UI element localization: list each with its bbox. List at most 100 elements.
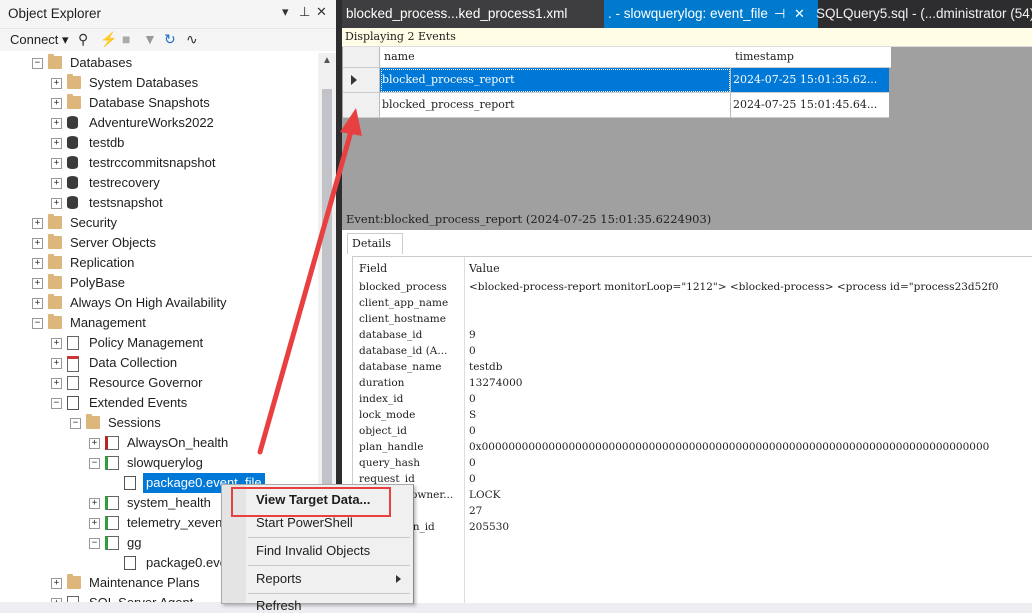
expand-icon[interactable]: + — [32, 258, 43, 269]
tree-node-label: Maintenance Plans — [89, 575, 200, 590]
menu-item-start-powershell[interactable]: Start PowerShell — [256, 515, 353, 530]
collapse-icon[interactable]: − — [89, 458, 100, 469]
tree-node[interactable]: + Data Collection — [0, 353, 318, 373]
tree-node[interactable]: + System Databases — [0, 73, 318, 93]
row-selector[interactable] — [343, 93, 380, 118]
cell-timestamp[interactable]: 2024-07-25 15:01:35.62... — [731, 68, 889, 93]
tab-close-icon[interactable]: ✕ — [794, 0, 805, 28]
collapse-icon[interactable]: − — [70, 418, 81, 429]
expand-icon[interactable]: + — [51, 78, 62, 89]
table-row[interactable]: database_id (A... 0 — [353, 343, 1032, 359]
expand-icon[interactable]: + — [51, 178, 62, 189]
tree-node[interactable]: + Policy Management — [0, 333, 318, 353]
expand-icon[interactable]: + — [89, 438, 100, 449]
tree-node[interactable]: + Security — [0, 213, 318, 233]
table-row[interactable]: blocked_process_report 2024-07-25 15:01:… — [343, 93, 889, 118]
table-row[interactable]: lock_mode S — [353, 407, 1032, 423]
pin-icon[interactable]: ⊥ — [299, 4, 310, 20]
tree-node[interactable]: + PolyBase — [0, 273, 318, 293]
collapse-icon[interactable]: − — [89, 538, 100, 549]
collapse-icon[interactable]: − — [32, 318, 43, 329]
expand-icon[interactable]: + — [51, 338, 62, 349]
expand-icon[interactable]: + — [32, 298, 43, 309]
table-row[interactable]: blocked_process_report 2024-07-25 15:01:… — [343, 68, 889, 93]
tree-node[interactable]: + Database Snapshots — [0, 93, 318, 113]
table-row[interactable]: query_hash 0 — [353, 455, 1032, 471]
expand-icon[interactable]: + — [51, 198, 62, 209]
tree-node[interactable]: + AlwaysOn_health — [0, 433, 318, 453]
tree-node[interactable]: + testdb — [0, 133, 318, 153]
connect-button[interactable]: Connect ▾ — [10, 32, 69, 48]
tab-pin-icon[interactable]: ⊣ — [774, 0, 785, 28]
table-row[interactable]: request_id 0 — [353, 471, 1032, 487]
cell-timestamp[interactable]: 2024-07-25 15:01:45.64... — [731, 93, 889, 118]
row-selector[interactable] — [343, 68, 380, 93]
filter-icon[interactable]: ▼ — [143, 31, 157, 47]
expand-icon[interactable]: + — [89, 518, 100, 529]
expand-icon[interactable]: + — [51, 358, 62, 369]
table-row[interactable]: blocked_process <blocked-process-report m… — [353, 279, 1032, 295]
scroll-up-icon[interactable]: ▲ — [322, 55, 332, 66]
expand-icon[interactable]: + — [89, 498, 100, 509]
expand-icon[interactable]: + — [32, 278, 43, 289]
tree-node[interactable]: + Replication — [0, 253, 318, 273]
collapse-icon[interactable]: − — [51, 398, 62, 409]
tree-node[interactable]: + testrecovery — [0, 173, 318, 193]
tree-node[interactable]: − Management — [0, 313, 318, 333]
table-row[interactable]: database_name testdb — [353, 359, 1032, 375]
activity-monitor-icon[interactable]: ∿ — [186, 31, 198, 48]
expand-icon[interactable]: + — [51, 118, 62, 129]
disconnect-icon[interactable]: ⚡ — [100, 31, 117, 48]
expand-icon[interactable]: + — [32, 238, 43, 249]
tree-node[interactable]: − Databases — [0, 53, 318, 73]
collapse-icon[interactable]: − — [32, 58, 43, 69]
detail-field: blocked_process — [359, 281, 447, 293]
table-row[interactable]: client_app_name — [353, 295, 1032, 311]
cell-name[interactable]: blocked_process_report — [380, 93, 731, 118]
table-row[interactable]: duration 13274000 — [353, 375, 1032, 391]
column-header-field[interactable]: Field — [359, 261, 459, 277]
menu-item-find-invalid-objects[interactable]: Find Invalid Objects — [256, 543, 370, 558]
menu-item-refresh[interactable]: Refresh — [256, 598, 302, 613]
tab-slowquerylog-event-file[interactable]: . - slowquerylog: event_file ⊣ ✕ — [604, 0, 818, 28]
tree-node[interactable]: − Extended Events — [0, 393, 318, 413]
table-row[interactable]: object_id 0 — [353, 423, 1032, 439]
table-row[interactable]: database_id 9 — [353, 327, 1032, 343]
tree-node[interactable]: − slowquerylog — [0, 453, 318, 473]
stop-icon[interactable]: ■ — [122, 31, 130, 47]
tab-details[interactable]: Details — [347, 233, 403, 254]
expand-icon[interactable]: + — [51, 138, 62, 149]
table-row[interactable]: index_id 0 — [353, 391, 1032, 407]
folder-icon — [86, 414, 100, 429]
column-header-value[interactable]: Value — [469, 261, 500, 277]
tree-node[interactable]: + Resource Governor — [0, 373, 318, 393]
expand-icon[interactable]: + — [32, 218, 43, 229]
expand-icon[interactable]: + — [51, 378, 62, 389]
tab-sqlquery5[interactable]: SQLQuery5.sql - (...dministrator (54))* — [814, 0, 1032, 28]
table-row[interactable]: session_id27 — [353, 503, 1032, 519]
tree-node[interactable]: + Always On High Availability — [0, 293, 318, 313]
expand-icon[interactable]: + — [51, 578, 62, 589]
table-row[interactable]: transaction_id205530 — [353, 519, 1032, 535]
menu-item-reports[interactable]: Reports — [256, 571, 302, 586]
tree-node[interactable]: + testrccommitsnapshot — [0, 153, 318, 173]
expand-icon[interactable]: + — [51, 158, 62, 169]
grid-corner[interactable] — [343, 47, 380, 68]
expand-icon[interactable]: + — [51, 598, 62, 602]
tree-node[interactable]: + Server Objects — [0, 233, 318, 253]
expand-icon[interactable]: + — [51, 98, 62, 109]
table-row[interactable]: client_hostname — [353, 311, 1032, 327]
window-position-icon[interactable]: ▾ — [282, 4, 289, 20]
column-header-timestamp[interactable]: timestamp — [731, 47, 891, 68]
cell-name[interactable]: blocked_process_report — [380, 68, 731, 93]
connect-icon[interactable]: ⚲ — [78, 31, 88, 48]
tree-node[interactable]: + AdventureWorks2022 — [0, 113, 318, 133]
close-icon[interactable]: ✕ — [316, 4, 327, 20]
tree-node[interactable]: + testsnapshot — [0, 193, 318, 213]
column-header-name[interactable]: name — [380, 47, 733, 68]
table-row[interactable]: plan_handle 0x000000000000000000000000000… — [353, 439, 1032, 455]
tab-xml-file[interactable]: blocked_process...ked_process1.xml — [342, 0, 608, 28]
tree-node[interactable]: − Sessions — [0, 413, 318, 433]
refresh-icon[interactable]: ↻ — [164, 31, 176, 48]
table-row[interactable]: resource_owner...LOCK — [353, 487, 1032, 503]
